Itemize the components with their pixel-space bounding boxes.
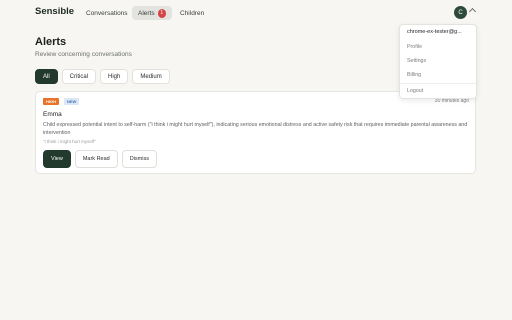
menu-item-settings[interactable]: Settings xyxy=(407,58,426,64)
view-button[interactable]: View xyxy=(43,150,71,168)
alert-quote: "i think i might hurt myself" xyxy=(43,139,96,144)
menu-item-profile[interactable]: Profile xyxy=(407,44,422,50)
filter-critical[interactable]: Critical xyxy=(61,69,97,84)
filter-all[interactable]: All xyxy=(35,69,58,84)
top-nav: Sensible Conversations Alerts 1 Children… xyxy=(0,0,512,26)
nav-children[interactable]: Children xyxy=(174,6,210,20)
nav-alerts-label: Alerts xyxy=(138,9,155,17)
filter-high[interactable]: High xyxy=(100,69,129,84)
alerts-count-badge: 1 xyxy=(157,8,166,18)
alert-summary: Child expressed potential intent to self… xyxy=(43,122,468,136)
menu-item-logout[interactable]: Logout xyxy=(407,88,423,94)
brand-logo[interactable]: Sensible xyxy=(35,6,74,17)
user-email: chrome-ex-tester@g... xyxy=(407,29,462,35)
avatar[interactable]: C xyxy=(454,6,467,19)
nav-conversations[interactable]: Conversations xyxy=(80,6,134,20)
filter-medium[interactable]: Medium xyxy=(132,69,170,84)
user-menu: chrome-ex-tester@g... Profile Settings B… xyxy=(399,24,477,99)
mark-read-button[interactable]: Mark Read xyxy=(74,150,118,168)
menu-item-billing[interactable]: Billing xyxy=(407,72,421,78)
filter-bar: All Critical High Medium xyxy=(35,69,170,84)
page-subtitle: Review concerning conversations xyxy=(35,51,132,58)
dismiss-button[interactable]: Dismiss xyxy=(121,150,157,168)
alert-card: HIGH NEW 30 minutes ago Emma Child expre… xyxy=(35,91,476,174)
page-title: Alerts xyxy=(35,36,67,48)
severity-badge: HIGH xyxy=(43,98,59,105)
child-name: Emma xyxy=(43,111,62,118)
menu-divider xyxy=(400,83,476,84)
alert-actions: View Mark Read Dismiss xyxy=(43,150,157,168)
new-badge: NEW xyxy=(64,98,80,105)
chevron-up-icon[interactable] xyxy=(468,7,477,16)
nav-alerts[interactable]: Alerts 1 xyxy=(132,6,172,20)
